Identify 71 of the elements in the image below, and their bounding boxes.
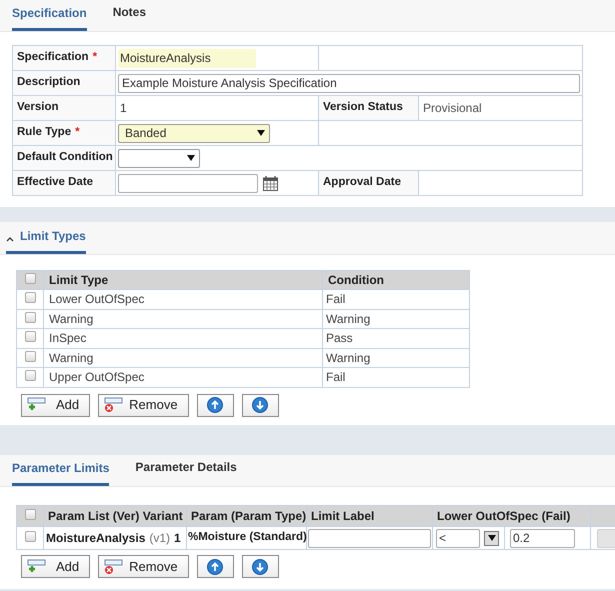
checkbox[interactable] xyxy=(24,370,36,382)
checkbox[interactable] xyxy=(24,509,36,520)
input-field[interactable] xyxy=(308,528,431,548)
column-header: Condition xyxy=(328,273,384,287)
table-cell: Fail xyxy=(326,292,346,306)
calendar-icon[interactable] xyxy=(263,176,278,190)
field-label: Default Condition xyxy=(17,151,113,164)
chevron-up-icon xyxy=(6,236,14,242)
delete-row-icon xyxy=(103,558,124,574)
table-cell: Upper OutOfSpec xyxy=(49,370,144,384)
add-row-icon xyxy=(26,397,46,413)
tab[interactable]: Specification xyxy=(12,4,87,31)
column-header: Param (Param Type) xyxy=(191,509,306,523)
checkbox[interactable] xyxy=(24,331,36,342)
tab[interactable]: Parameter Limits xyxy=(12,459,110,486)
field-value: 1 xyxy=(118,101,129,115)
remove-button[interactable]: Remove xyxy=(98,555,189,578)
table-cell: Pass xyxy=(326,331,353,346)
field-label: Specification xyxy=(17,51,89,64)
checkbox[interactable] xyxy=(24,292,36,304)
field-label: Rule Type xyxy=(17,126,72,138)
move-down-button[interactable] xyxy=(242,394,279,416)
variant-number: 1 xyxy=(174,530,181,547)
param-list-name: MoistureAnalysis xyxy=(46,530,146,547)
table-cell: Warning xyxy=(326,312,370,326)
input-field[interactable]: 0.2 xyxy=(510,528,575,548)
dropdown[interactable] xyxy=(118,148,200,168)
date-field[interactable] xyxy=(118,174,258,192)
add-row-icon xyxy=(26,558,46,574)
required-asterisk: * xyxy=(75,126,80,138)
field-label: Effective Date xyxy=(17,176,94,188)
move-up-button[interactable] xyxy=(196,555,234,578)
delete-row-icon xyxy=(103,397,124,413)
table-cell: %Moisture (Standard) xyxy=(188,531,307,544)
input-field[interactable]: Example Moisture Analysis Specification xyxy=(118,74,580,92)
section-toggle[interactable]: Limit Types xyxy=(6,227,86,254)
checkbox[interactable] xyxy=(24,273,36,284)
checkbox[interactable] xyxy=(24,350,36,362)
add-button[interactable]: Add xyxy=(21,394,90,416)
caret-icon xyxy=(257,130,265,136)
field-label: Description xyxy=(17,76,80,88)
table-cell: Warning xyxy=(49,312,94,326)
table-cell: Warning xyxy=(49,350,94,365)
column-header: Lower OutOfSpec (Fail) xyxy=(437,509,570,523)
dropdown-button[interactable] xyxy=(484,530,499,546)
table-cell: Fail xyxy=(326,370,346,384)
required-asterisk: * xyxy=(92,51,98,64)
table-cell: Lower OutOfSpec xyxy=(49,292,144,306)
checkbox[interactable] xyxy=(24,531,36,542)
field-label: Version xyxy=(17,101,59,114)
tab[interactable]: Parameter Details xyxy=(135,458,237,486)
table-cell: InSpec xyxy=(49,331,86,346)
add-button[interactable]: Add xyxy=(21,555,90,578)
caret-icon xyxy=(488,535,496,541)
move-down-button[interactable] xyxy=(242,555,279,578)
table-cell: Warning xyxy=(326,350,370,365)
field-label: Version Status xyxy=(323,101,403,114)
field-label: Approval Date xyxy=(323,176,401,188)
dropdown[interactable]: Banded xyxy=(118,124,270,142)
field-value: Provisional xyxy=(423,101,482,115)
version-label: (v1) xyxy=(149,530,170,547)
checkbox[interactable] xyxy=(24,312,36,323)
move-up-button[interactable] xyxy=(196,394,234,416)
input-field[interactable]: MoistureAnalysis xyxy=(118,48,256,68)
column-header: Param List (Ver) Variant xyxy=(48,509,183,523)
remove-button[interactable]: Remove xyxy=(98,394,189,416)
column-header: Limit Label xyxy=(311,509,374,523)
caret-icon xyxy=(187,155,195,161)
tab[interactable]: Notes xyxy=(112,3,146,31)
operator-field[interactable]: < xyxy=(436,528,480,548)
column-header: Limit Type xyxy=(49,273,108,287)
